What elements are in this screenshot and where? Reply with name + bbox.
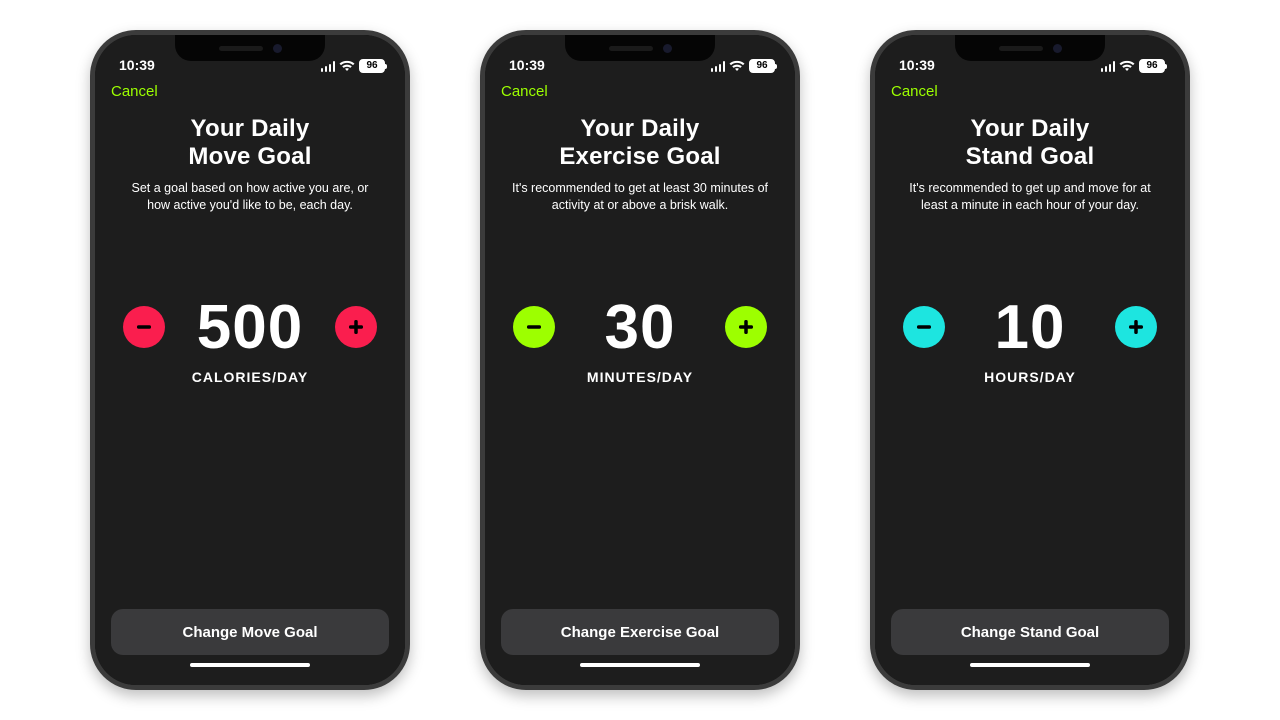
battery-icon: 96 [1139,59,1165,73]
wifi-icon [339,60,355,72]
page-title: Your Daily Stand Goal [966,115,1095,170]
phone-move: 10:39 96 Cancel Your Daily Move Goal Set… [90,30,410,690]
title-line1: Your Daily [971,115,1090,142]
increment-button[interactable] [335,306,377,348]
goal-value: 30 [575,292,705,363]
change-goal-button[interactable]: Change Exercise Goal [501,609,779,655]
screen-stand: 10:39 96 Cancel Your Daily Stand Goal It… [875,35,1185,685]
screen-exercise: 10:39 96 Cancel Your Daily Exercise Goal… [485,35,795,685]
goal-unit: CALORIES/DAY [192,369,309,385]
battery-level: 96 [1146,61,1157,71]
page-title: Your Daily Move Goal [188,115,311,170]
goal-stepper: 500 [113,292,387,363]
title-line2: Stand Goal [966,143,1095,170]
page-subtitle: It's recommended to get at least 30 minu… [503,180,777,214]
status-time: 10:39 [119,57,155,73]
phone-notch [565,35,715,61]
goal-value: 10 [965,292,1095,363]
page-subtitle: It's recommended to get up and move for … [893,180,1167,214]
battery-icon: 96 [359,59,385,73]
bottom-area: Change Move Goal [95,609,405,685]
cellular-icon [321,61,336,72]
change-goal-button[interactable]: Change Stand Goal [891,609,1169,655]
decrement-button[interactable] [123,306,165,348]
wifi-icon [729,60,745,72]
status-right: 96 [321,59,386,73]
title-line1: Your Daily [191,115,310,142]
page-subtitle: Set a goal based on how active you are, … [113,180,387,214]
nav-bar: Cancel [95,75,405,101]
decrement-button[interactable] [903,306,945,348]
bottom-area: Change Stand Goal [875,609,1185,685]
cellular-icon [1101,61,1116,72]
change-goal-button[interactable]: Change Move Goal [111,609,389,655]
cancel-button[interactable]: Cancel [111,83,158,100]
bottom-area: Change Exercise Goal [485,609,795,685]
battery-level: 96 [756,61,767,71]
goal-stepper: 30 [503,292,777,363]
stage: 10:39 96 Cancel Your Daily Move Goal Set… [0,0,1280,720]
goal-unit: MINUTES/DAY [587,369,693,385]
goal-unit: HOURS/DAY [984,369,1076,385]
content-move: Your Daily Move Goal Set a goal based on… [95,101,405,609]
status-right: 96 [1101,59,1166,73]
phone-exercise: 10:39 96 Cancel Your Daily Exercise Goal… [480,30,800,690]
home-indicator[interactable] [970,663,1090,667]
screen-move: 10:39 96 Cancel Your Daily Move Goal Set… [95,35,405,685]
page-title: Your Daily Exercise Goal [559,115,720,170]
battery-icon: 96 [749,59,775,73]
decrement-button[interactable] [513,306,555,348]
status-time: 10:39 [509,57,545,73]
title-line2: Exercise Goal [559,143,720,170]
phone-notch [175,35,325,61]
increment-button[interactable] [725,306,767,348]
goal-value: 500 [185,292,315,363]
increment-button[interactable] [1115,306,1157,348]
status-time: 10:39 [899,57,935,73]
nav-bar: Cancel [875,75,1185,101]
status-right: 96 [711,59,776,73]
phone-stand: 10:39 96 Cancel Your Daily Stand Goal It… [870,30,1190,690]
cellular-icon [711,61,726,72]
goal-stepper: 10 [893,292,1167,363]
home-indicator[interactable] [580,663,700,667]
content-stand: Your Daily Stand Goal It's recommended t… [875,101,1185,609]
title-line2: Move Goal [188,143,311,170]
cancel-button[interactable]: Cancel [891,83,938,100]
nav-bar: Cancel [485,75,795,101]
battery-level: 96 [366,61,377,71]
content-exercise: Your Daily Exercise Goal It's recommende… [485,101,795,609]
wifi-icon [1119,60,1135,72]
cancel-button[interactable]: Cancel [501,83,548,100]
title-line1: Your Daily [581,115,700,142]
home-indicator[interactable] [190,663,310,667]
phone-notch [955,35,1105,61]
